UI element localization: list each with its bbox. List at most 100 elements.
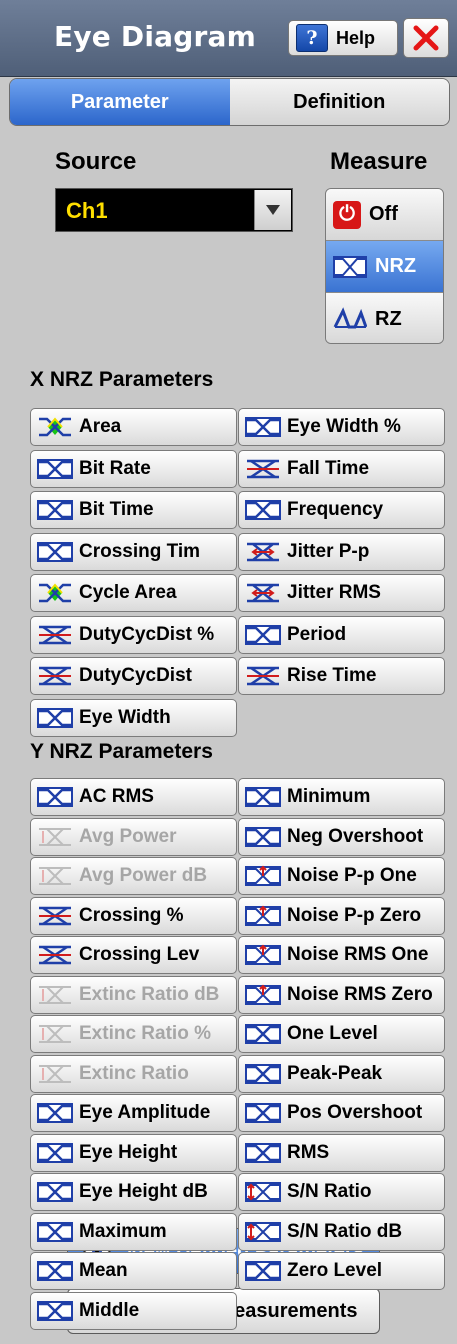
x-param-jitter-rms-button[interactable]: Jitter RMS [238, 574, 445, 612]
y-param-crossing-button[interactable]: Crossing % [30, 896, 237, 935]
measure-selector: ⏻ Off NRZ RZ [325, 188, 444, 344]
x-param-cycle-area-button[interactable]: Cycle Area [30, 574, 237, 612]
crossing-icon [39, 945, 71, 965]
y-param-one-level-button[interactable]: One Level [238, 1015, 445, 1053]
power-level-icon [39, 1025, 71, 1043]
eye-icon [37, 707, 73, 728]
window-title: Eye Diagram [54, 20, 256, 53]
y-param-noise-rms-zero-button[interactable]: Noise RMS Zero [238, 975, 445, 1014]
tab-parameter[interactable]: Parameter [10, 79, 230, 125]
help-label: Help [336, 27, 376, 48]
x-params-title: X NRZ Parameters [30, 368, 214, 391]
y-param-s-n-ratio-button[interactable]: S/N Ratio [238, 1173, 445, 1211]
eye-icon [37, 1221, 73, 1242]
param-label: Noise RMS One [287, 944, 429, 965]
help-icon: ? [296, 24, 328, 52]
eye-icon [245, 417, 281, 437]
param-label: Jitter RMS [287, 582, 381, 603]
x-param-area-button[interactable]: Area [30, 408, 237, 446]
crossing-icon [247, 459, 279, 478]
param-label: Peak-Peak [287, 1062, 383, 1084]
eye-icon [245, 826, 281, 847]
close-icon [413, 25, 439, 51]
x-param-frequency-button[interactable]: Frequency [238, 491, 445, 529]
y-param-noise-rms-one-button[interactable]: Noise RMS One [238, 936, 445, 974]
y-params-title: Y NRZ Parameters [30, 740, 213, 763]
noise-icon [245, 944, 281, 965]
jitter-icon [247, 542, 279, 561]
param-label: RMS [287, 1141, 330, 1163]
chevron-down-icon[interactable] [254, 190, 291, 230]
x-param-dutycycdist-button[interactable]: DutyCycDist % [30, 615, 237, 654]
y-param-eye-amplitude-button[interactable]: Eye Amplitude [30, 1094, 237, 1132]
x-param-crossing-tim-button[interactable]: Crossing Tim [30, 532, 237, 571]
param-label: S/N Ratio dB [287, 1220, 403, 1242]
help-button[interactable]: ? Help [288, 20, 398, 56]
param-label: Crossing Lev [79, 944, 200, 965]
y-param-extinc-ratio-button: Extinc Ratio % [30, 1015, 237, 1053]
x-param-eye-width-button[interactable]: Eye Width % [238, 408, 445, 446]
y-param-neg-overshoot-button[interactable]: Neg Overshoot [238, 817, 445, 856]
y-param-mean-button[interactable]: Mean [30, 1252, 237, 1290]
crossing-icon [39, 666, 71, 686]
measure-nrz-button[interactable]: NRZ [326, 241, 443, 293]
param-label: Extinc Ratio [79, 1062, 189, 1084]
power-level-icon [39, 1064, 71, 1083]
measure-rz-button[interactable]: RZ [326, 293, 443, 343]
y-param-eye-height-db-button[interactable]: Eye Height dB [30, 1173, 237, 1211]
x-param-jitter-p-p-button[interactable]: Jitter P-p [238, 532, 445, 571]
y-param-crossing-lev-button[interactable]: Crossing Lev [30, 936, 237, 974]
param-label: Jitter P-p [287, 540, 370, 562]
y-param-pos-overshoot-button[interactable]: Pos Overshoot [238, 1094, 445, 1132]
y-param-s-n-ratio-db-button[interactable]: S/N Ratio dB [238, 1212, 445, 1251]
power-icon: ⏻ [333, 200, 361, 229]
param-label: Frequency [287, 499, 384, 520]
y-param-zero-level-button[interactable]: Zero Level [238, 1252, 445, 1290]
crossing-icon [39, 625, 71, 644]
param-label: One Level [287, 1023, 378, 1044]
param-label: Area [79, 416, 122, 437]
y-param-noise-p-p-one-button[interactable]: Noise P-p One [238, 857, 445, 895]
param-label: S/N Ratio [287, 1181, 372, 1202]
param-label: Fall Time [287, 457, 370, 479]
eye-icon [37, 541, 73, 562]
x-param-bit-time-button[interactable]: Bit Time [30, 491, 237, 529]
close-button[interactable] [403, 18, 449, 58]
param-label: Noise P-p One [287, 865, 417, 886]
y-param-eye-height-button[interactable]: Eye Height [30, 1133, 237, 1172]
param-label: Crossing Tim [79, 540, 201, 562]
tab-definition[interactable]: Definition [229, 79, 449, 125]
param-label: Zero Level [287, 1260, 383, 1281]
power-level-icon [39, 867, 71, 885]
title-bar: Eye Diagram ? Help [0, 0, 457, 77]
param-label: Noise P-p Zero [287, 904, 422, 926]
x-param-rise-time-button[interactable]: Rise Time [238, 657, 445, 695]
y-param-noise-p-p-zero-button[interactable]: Noise P-p Zero [238, 896, 445, 935]
eye-icon [245, 500, 281, 520]
param-label: Eye Amplitude [79, 1102, 211, 1123]
eye-icon [245, 1261, 281, 1281]
measure-label: Measure [330, 148, 428, 175]
y-param-ac-rms-button[interactable]: AC RMS [30, 778, 237, 816]
y-param-maximum-button[interactable]: Maximum [30, 1212, 237, 1251]
x-param-period-button[interactable]: Period [238, 615, 445, 654]
y-param-rms-button[interactable]: RMS [238, 1133, 445, 1172]
y-param-peak-peak-button[interactable]: Peak-Peak [238, 1054, 445, 1093]
x-param-eye-width-button[interactable]: Eye Width [30, 698, 237, 737]
param-label: Avg Power [79, 825, 177, 847]
jitter-icon [247, 583, 279, 603]
y-param-middle-button[interactable]: Middle [30, 1291, 237, 1330]
source-dropdown[interactable]: Ch1 [55, 188, 293, 232]
param-label: AC RMS [79, 786, 154, 807]
measure-off-button[interactable]: ⏻ Off [326, 189, 443, 241]
x-param-fall-time-button[interactable]: Fall Time [238, 449, 445, 488]
eye-icon [37, 1261, 73, 1281]
snr-icon [245, 1221, 281, 1242]
x-param-dutycycdist-button[interactable]: DutyCycDist [30, 657, 237, 695]
eye-icon [245, 624, 281, 645]
param-label: Period [287, 623, 347, 645]
y-param-minimum-button[interactable]: Minimum [238, 778, 445, 816]
x-param-bit-rate-button[interactable]: Bit Rate [30, 449, 237, 488]
crossing-icon [39, 906, 71, 925]
param-label: Noise RMS Zero [287, 983, 433, 1005]
